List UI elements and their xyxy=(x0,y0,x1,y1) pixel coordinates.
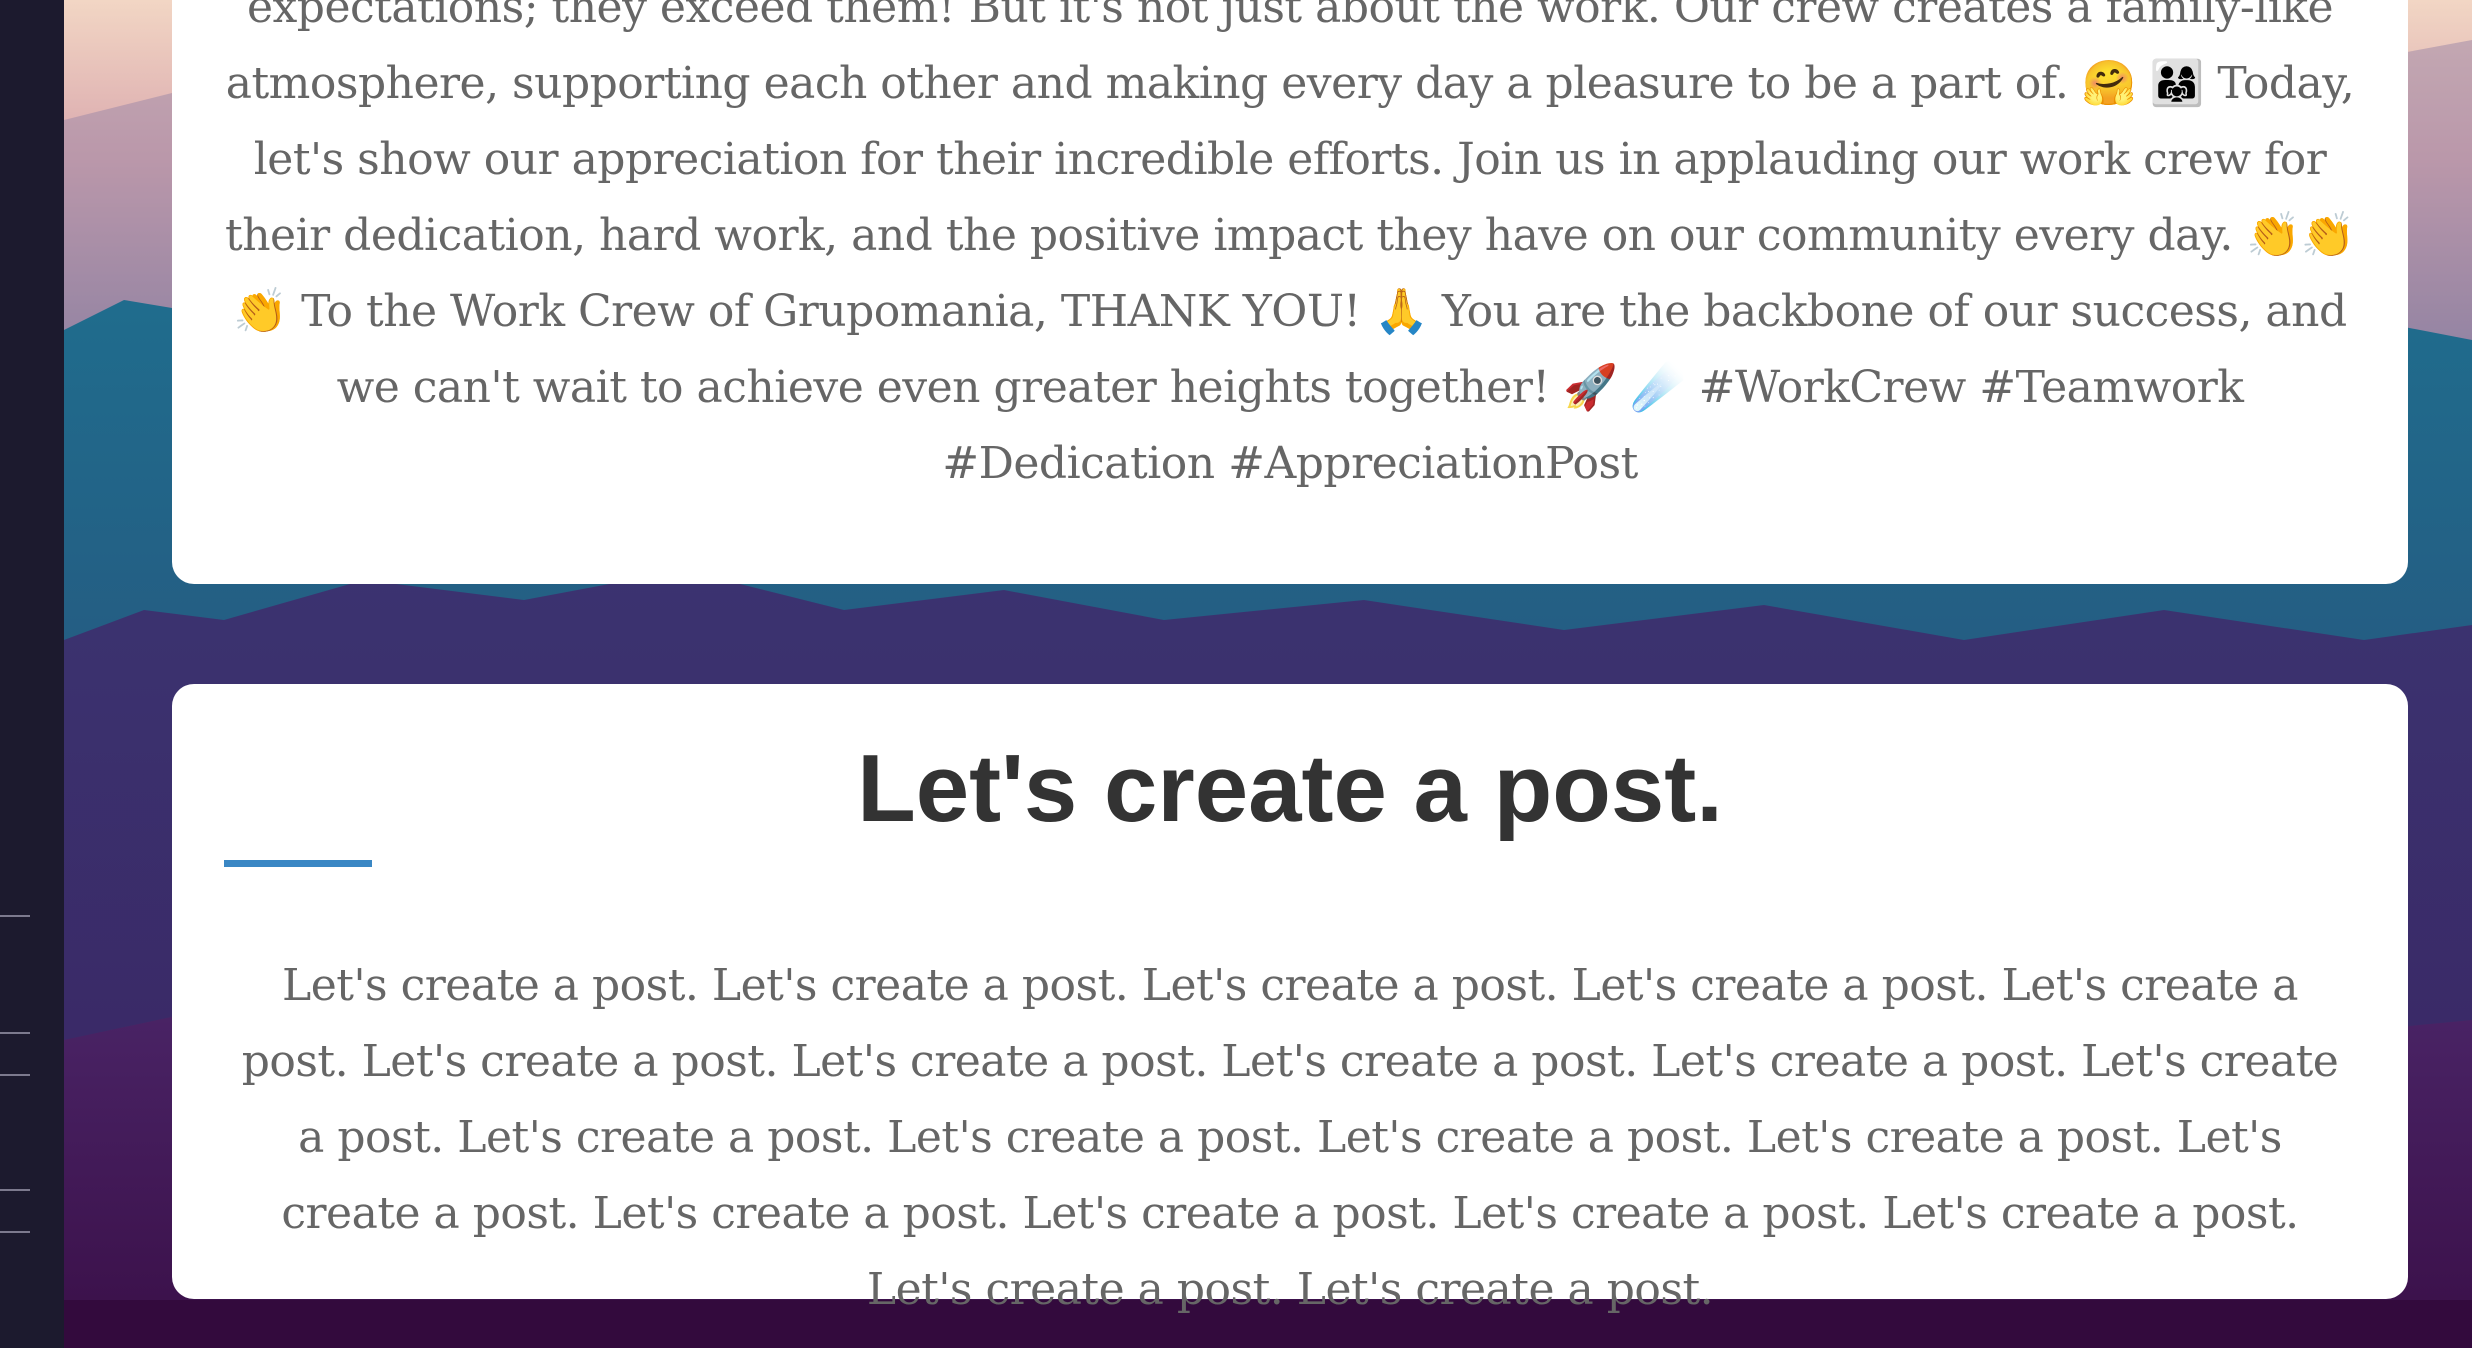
post-body-text: expectations; they exceed them! But it's… xyxy=(225,0,2355,489)
sidebar-tick[interactable] xyxy=(0,1032,30,1034)
title-underline xyxy=(224,860,372,867)
post-card: Let's create a post. Let's create a post… xyxy=(172,684,2408,1315)
sidebar-tick[interactable] xyxy=(0,915,30,917)
left-sidebar xyxy=(0,0,64,1348)
sidebar-tick[interactable] xyxy=(0,1074,30,1076)
post-body-text: Let's create a post. Let's create a post… xyxy=(241,960,2339,1315)
sidebar-tick[interactable] xyxy=(0,1189,30,1191)
page: expectations; they exceed them! But it's… xyxy=(0,0,2472,1348)
sidebar-tick[interactable] xyxy=(0,1231,30,1233)
post-title: Let's create a post. xyxy=(857,735,1723,842)
post-card: expectations; they exceed them! But it's… xyxy=(172,0,2408,584)
